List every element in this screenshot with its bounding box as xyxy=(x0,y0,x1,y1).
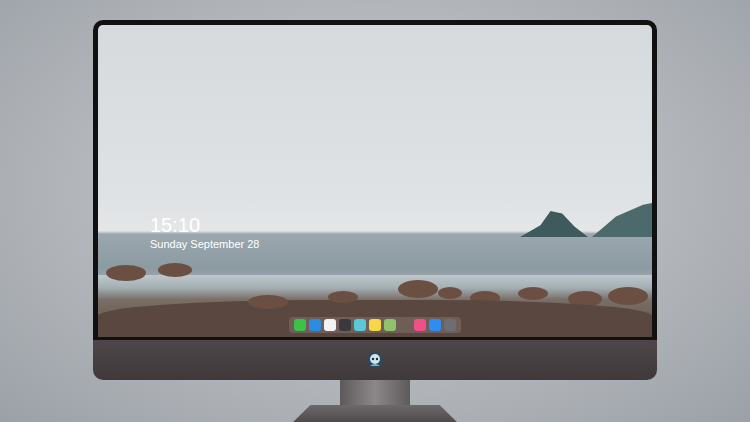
app-icon[interactable] xyxy=(339,319,351,331)
wallpaper-surf xyxy=(98,275,652,289)
wallpaper-rock xyxy=(328,291,358,303)
wallpaper-rock xyxy=(608,287,648,305)
wallpaper-rock xyxy=(398,280,438,298)
app-icon[interactable] xyxy=(384,319,396,331)
app-icon[interactable] xyxy=(354,319,366,331)
monitor-stand xyxy=(340,380,410,405)
wallpaper-rock xyxy=(248,295,288,309)
wallpaper-rock xyxy=(106,265,146,281)
app-icon[interactable] xyxy=(429,319,441,331)
dock xyxy=(98,317,652,333)
lock-clock: 15:10 Sunday September 28 xyxy=(150,214,259,251)
wallpaper-rock xyxy=(438,287,462,299)
dock-gap xyxy=(399,319,411,331)
monitor-chin xyxy=(93,340,657,380)
app-icon[interactable] xyxy=(369,319,381,331)
monitor-base xyxy=(290,405,460,422)
app-icon[interactable] xyxy=(324,319,336,331)
wallpaper-rock xyxy=(518,287,548,300)
app-icon[interactable] xyxy=(414,319,426,331)
app-icon[interactable] xyxy=(309,319,321,331)
dock-bar xyxy=(289,317,461,333)
logo-icon xyxy=(366,351,384,369)
wallpaper-island xyxy=(520,211,588,237)
app-icon[interactable] xyxy=(294,319,306,331)
lock-screen[interactable]: 15:10 Sunday September 28 xyxy=(98,25,652,337)
clock-time: 15:10 xyxy=(150,214,259,236)
wallpaper-rock xyxy=(158,263,192,277)
monitor-bezel: 15:10 Sunday September 28 xyxy=(93,20,657,340)
clock-date: Sunday September 28 xyxy=(150,238,259,251)
app-icon[interactable] xyxy=(444,319,456,331)
monitor: 15:10 Sunday September 28 xyxy=(93,20,657,422)
wallpaper-headland xyxy=(592,203,652,237)
